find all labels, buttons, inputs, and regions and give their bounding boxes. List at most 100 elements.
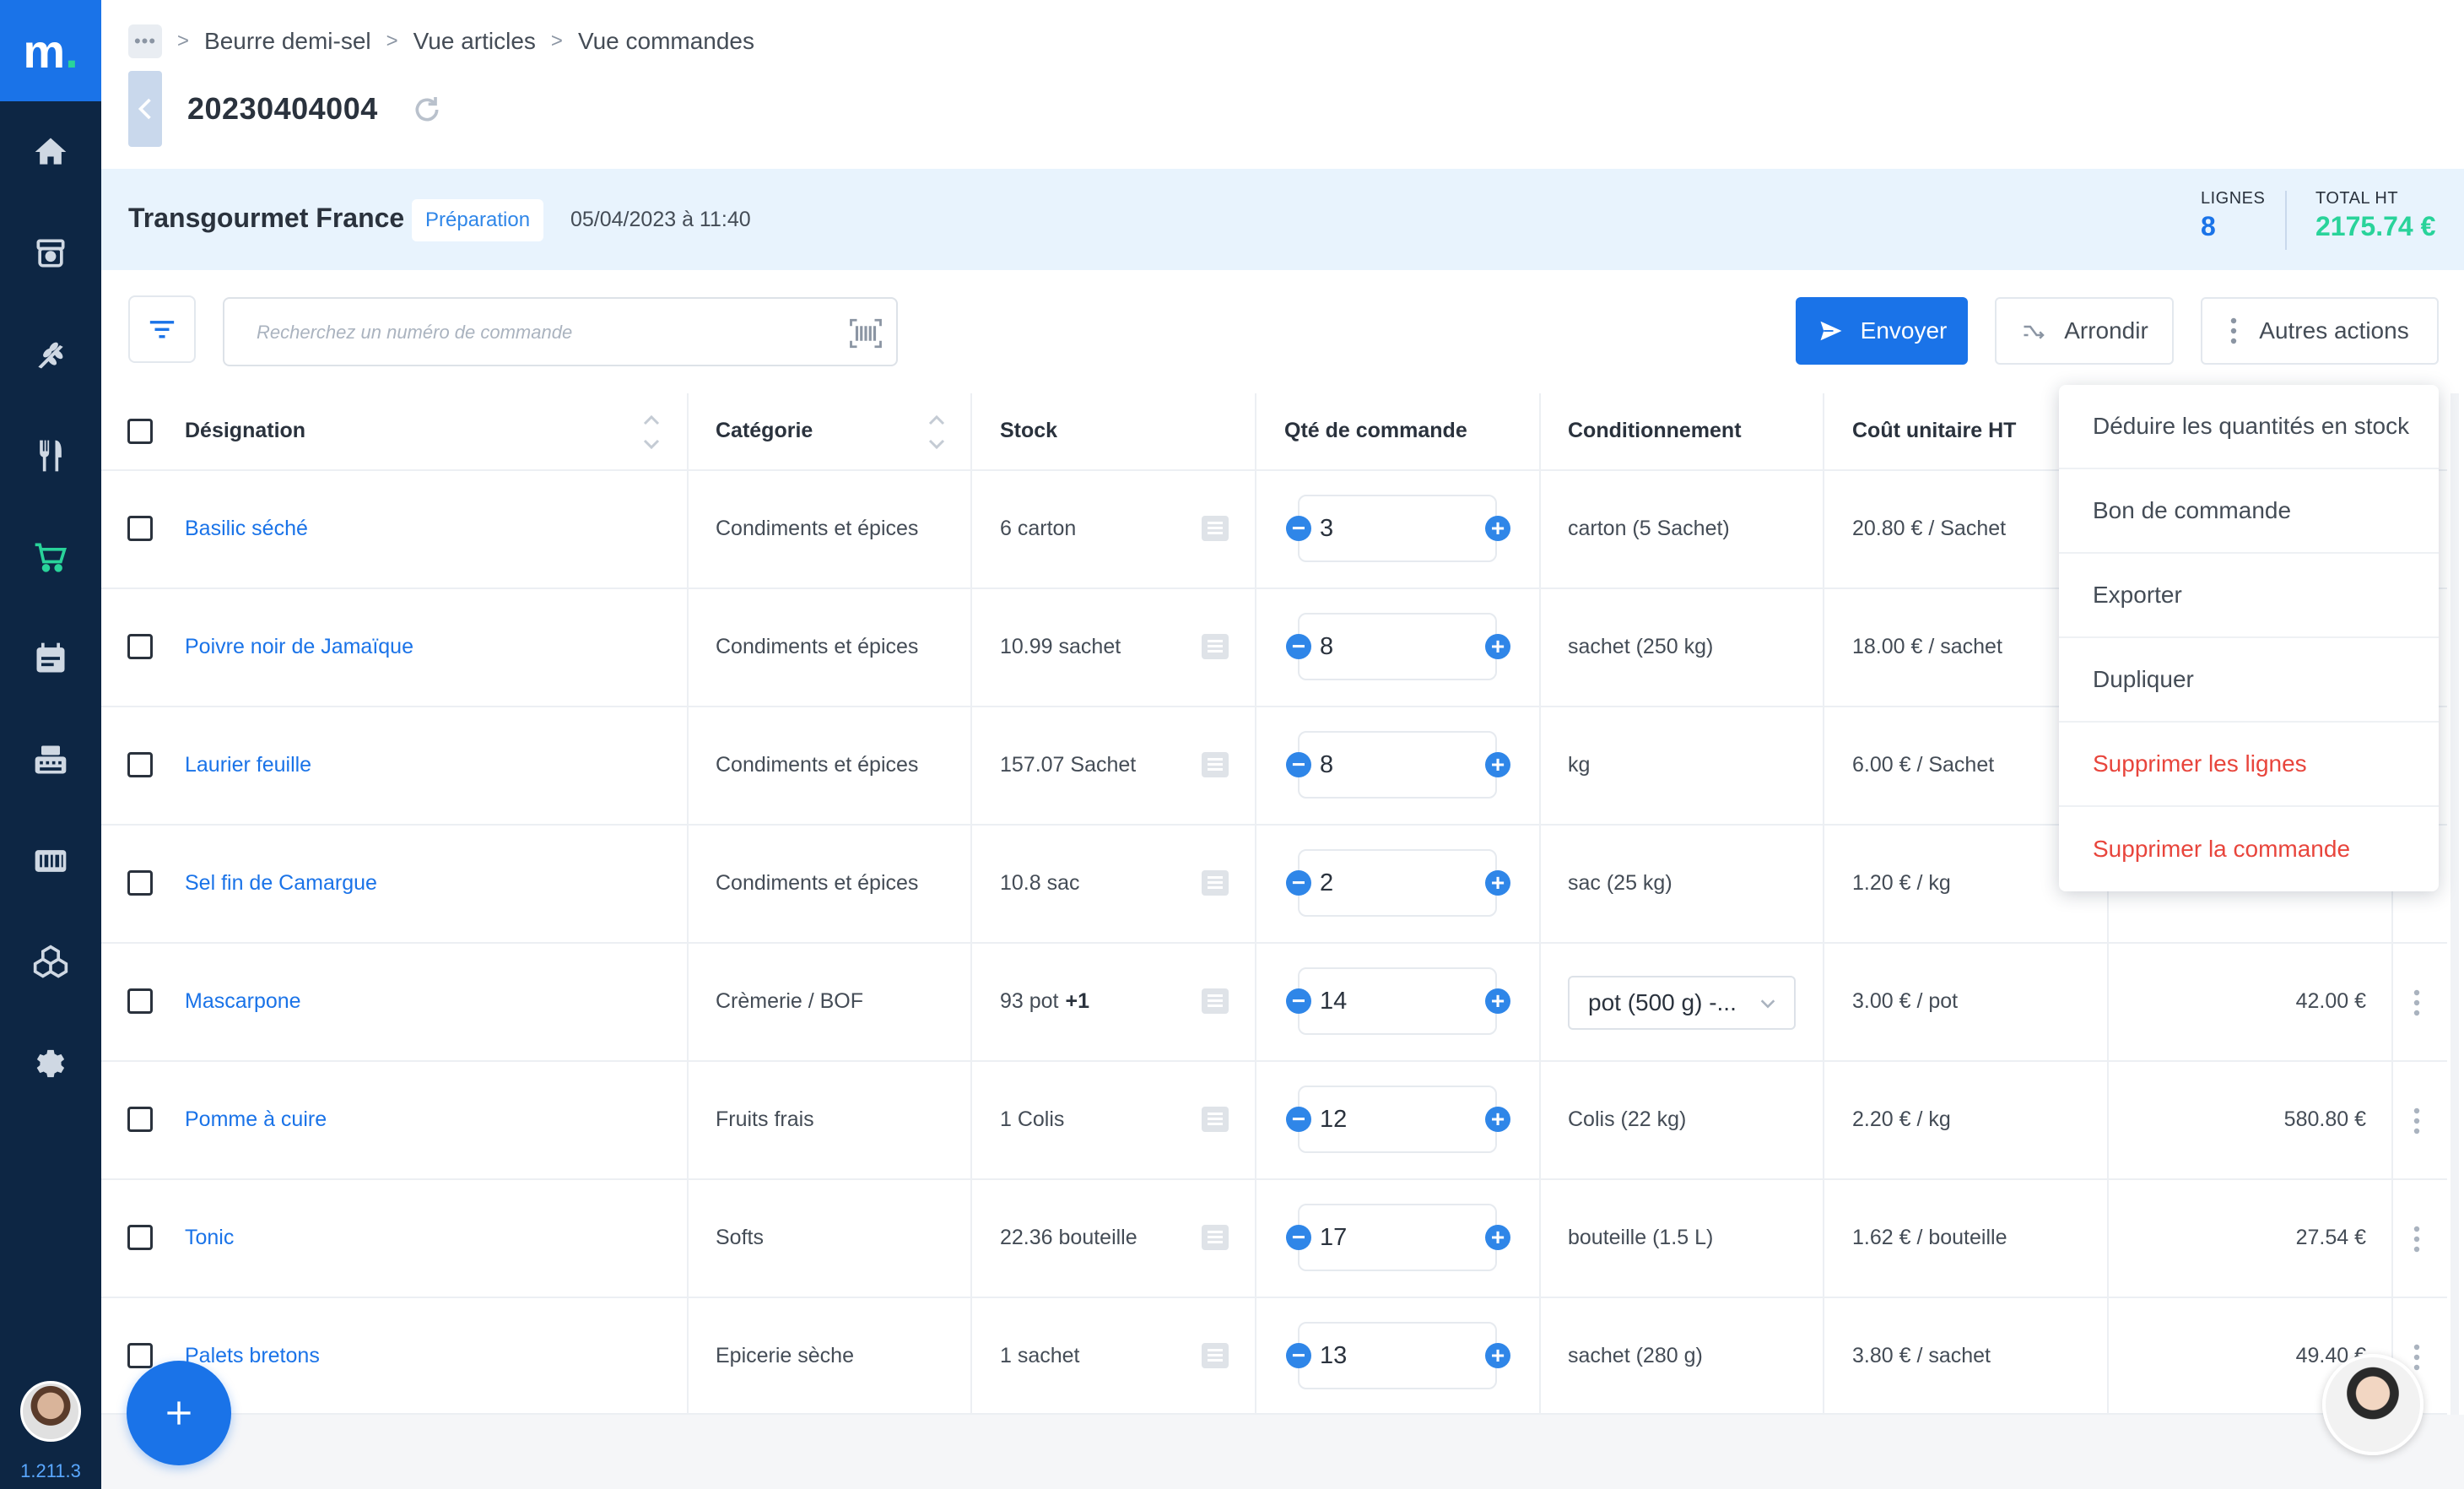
- cash-register-icon[interactable]: [27, 736, 74, 783]
- decrement-button[interactable]: −: [1286, 1225, 1311, 1250]
- item-link[interactable]: Sel fin de Camargue: [185, 871, 377, 896]
- packaging-select[interactable]: pot (500 g) -...: [1568, 976, 1796, 1030]
- row-checkbox[interactable]: [127, 1225, 153, 1250]
- increment-button[interactable]: +: [1485, 1343, 1510, 1368]
- item-link[interactable]: Poivre noir de Jamaïque: [185, 635, 413, 659]
- table-scrollbar[interactable]: [2450, 393, 2459, 1415]
- item-link[interactable]: Tonic: [185, 1226, 234, 1250]
- decrement-button[interactable]: −: [1286, 634, 1311, 659]
- decrement-button[interactable]: −: [1286, 988, 1311, 1014]
- breadcrumb-item[interactable]: Vue commandes: [578, 28, 754, 55]
- column-header-designation[interactable]: Désignation: [185, 419, 305, 443]
- quantity-stepper[interactable]: 3: [1298, 495, 1497, 562]
- item-link[interactable]: Basilic séché: [185, 517, 308, 541]
- send-button[interactable]: Envoyer: [1796, 297, 1968, 365]
- quantity-stepper[interactable]: 13: [1298, 1322, 1497, 1389]
- breadcrumb-item[interactable]: Beurre demi-sel: [204, 28, 371, 55]
- row-actions-icon[interactable]: [2413, 1226, 2420, 1256]
- cart-icon[interactable]: [27, 533, 74, 581]
- menu-item-export[interactable]: Exporter: [2059, 554, 2439, 638]
- gear-icon[interactable]: [27, 1040, 74, 1087]
- support-chat-avatar[interactable]: [2322, 1354, 2423, 1455]
- barcode-icon[interactable]: [27, 837, 74, 885]
- increment-button[interactable]: +: [1485, 634, 1510, 659]
- row-checkbox[interactable]: [127, 516, 153, 541]
- decrement-button[interactable]: −: [1286, 1343, 1311, 1368]
- refresh-icon[interactable]: [410, 93, 444, 127]
- round-button[interactable]: Arrondir: [1995, 297, 2174, 365]
- item-link[interactable]: Mascarpone: [185, 989, 301, 1014]
- ingredients-icon[interactable]: [27, 331, 74, 378]
- row-checkbox[interactable]: [127, 1343, 153, 1368]
- select-all-checkbox[interactable]: [127, 419, 153, 444]
- back-button[interactable]: [128, 71, 162, 147]
- user-avatar[interactable]: [20, 1381, 81, 1442]
- increment-button[interactable]: +: [1485, 988, 1510, 1014]
- stock-detail-icon[interactable]: [1202, 1107, 1229, 1132]
- quantity-stepper[interactable]: 14: [1298, 967, 1497, 1035]
- stock-detail-icon[interactable]: [1202, 752, 1229, 777]
- quantity-stepper[interactable]: 12: [1298, 1086, 1497, 1153]
- quantity-value[interactable]: 17: [1320, 1224, 1347, 1252]
- item-link[interactable]: Pomme à cuire: [185, 1107, 327, 1132]
- quantity-value[interactable]: 3: [1320, 515, 1333, 543]
- row-checkbox[interactable]: [127, 1107, 153, 1132]
- item-total: 27.54 €: [2295, 1226, 2366, 1249]
- row-actions-icon[interactable]: [2413, 1107, 2420, 1138]
- quantity-value[interactable]: 8: [1320, 751, 1333, 779]
- quantity-value[interactable]: 13: [1320, 1342, 1347, 1370]
- sort-icon[interactable]: [927, 410, 947, 454]
- decrement-button[interactable]: −: [1286, 516, 1311, 541]
- more-actions-button[interactable]: Autres actions: [2201, 297, 2439, 365]
- calendar-icon[interactable]: [27, 635, 74, 682]
- decrement-button[interactable]: −: [1286, 870, 1311, 896]
- row-checkbox[interactable]: [127, 988, 153, 1014]
- stock-detail-icon[interactable]: [1202, 516, 1229, 541]
- menu-item-delete-order[interactable]: Supprimer la commande: [2059, 807, 2439, 891]
- home-icon[interactable]: [27, 128, 74, 176]
- breadcrumb-item[interactable]: Vue articles: [413, 28, 536, 55]
- increment-button[interactable]: +: [1485, 752, 1510, 777]
- quantity-value[interactable]: 2: [1320, 869, 1333, 897]
- quantity-stepper[interactable]: 17: [1298, 1204, 1497, 1271]
- app-logo[interactable]: m.: [0, 0, 101, 101]
- barcode-scan-icon[interactable]: [847, 316, 884, 351]
- restaurant-icon[interactable]: [27, 432, 74, 479]
- row-checkbox[interactable]: [127, 752, 153, 777]
- quantity-stepper[interactable]: 2: [1298, 849, 1497, 917]
- item-link[interactable]: Palets bretons: [185, 1344, 320, 1368]
- boxes-icon[interactable]: [27, 939, 74, 986]
- stock-detail-icon[interactable]: [1202, 634, 1229, 659]
- quantity-value[interactable]: 8: [1320, 633, 1333, 661]
- menu-item-duplicate[interactable]: Dupliquer: [2059, 638, 2439, 723]
- inventory-icon[interactable]: [27, 230, 74, 277]
- menu-item-delete-lines[interactable]: Supprimer les lignes: [2059, 723, 2439, 807]
- quantity-value[interactable]: 14: [1320, 988, 1347, 1015]
- increment-button[interactable]: +: [1485, 1225, 1510, 1250]
- quantity-value[interactable]: 12: [1320, 1106, 1347, 1134]
- breadcrumb-more-button[interactable]: •••: [128, 24, 162, 58]
- decrement-button[interactable]: −: [1286, 1107, 1311, 1132]
- stock-detail-icon[interactable]: [1202, 1343, 1229, 1368]
- decrement-button[interactable]: −: [1286, 752, 1311, 777]
- row-checkbox[interactable]: [127, 870, 153, 896]
- increment-button[interactable]: +: [1485, 516, 1510, 541]
- menu-item-deduct-stock[interactable]: Déduire les quantités en stock: [2059, 385, 2439, 469]
- row-actions-icon[interactable]: [2413, 989, 2420, 1020]
- increment-button[interactable]: +: [1485, 1107, 1510, 1132]
- sort-icon[interactable]: [641, 410, 662, 454]
- add-button[interactable]: [127, 1361, 231, 1465]
- stock-detail-icon[interactable]: [1202, 988, 1229, 1014]
- column-header-category[interactable]: Catégorie: [716, 419, 813, 443]
- search-input[interactable]: [257, 316, 797, 349]
- menu-item-purchase-order[interactable]: Bon de commande: [2059, 469, 2439, 554]
- row-actions-icon[interactable]: [2413, 1344, 2420, 1374]
- quantity-stepper[interactable]: 8: [1298, 731, 1497, 799]
- stock-detail-icon[interactable]: [1202, 870, 1229, 896]
- row-checkbox[interactable]: [127, 634, 153, 659]
- quantity-stepper[interactable]: 8: [1298, 613, 1497, 680]
- stock-detail-icon[interactable]: [1202, 1225, 1229, 1250]
- item-link[interactable]: Laurier feuille: [185, 753, 311, 777]
- increment-button[interactable]: +: [1485, 870, 1510, 896]
- filter-button[interactable]: [128, 295, 196, 363]
